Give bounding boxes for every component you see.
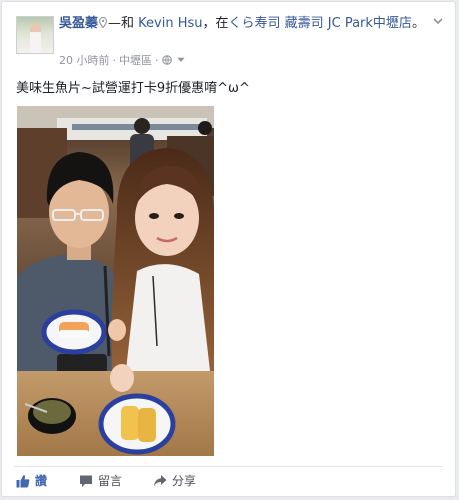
actions-divider bbox=[14, 466, 443, 467]
author-avatar[interactable] bbox=[16, 16, 54, 54]
post-card: 吳盈蓁 —和 Kevin Hsu，在くら寿司 藏壽司 JC Park中壢店。 20… bbox=[1, 1, 456, 497]
thumbs-up-icon bbox=[16, 475, 30, 488]
selfie-photo-image bbox=[17, 106, 214, 456]
comment-icon bbox=[80, 475, 92, 487]
post-photo[interactable] bbox=[17, 106, 214, 456]
chevron-down-icon[interactable] bbox=[432, 15, 444, 27]
post-timestamp[interactable]: 20 小時前 bbox=[59, 54, 110, 67]
share-arrow-icon bbox=[153, 475, 167, 487]
comment-label: 留言 bbox=[98, 474, 123, 488]
post-meta: 20 小時前 · 中壢區 · bbox=[59, 54, 185, 68]
at-prefix: ，在 bbox=[202, 16, 229, 31]
post-header: 吳盈蓁 —和 Kevin Hsu，在くら寿司 藏壽司 JC Park中壢店。 bbox=[59, 15, 429, 33]
with-prefix: —和 bbox=[108, 16, 135, 31]
share-label: 分享 bbox=[172, 474, 197, 488]
author-name[interactable]: 吳盈蓁 bbox=[59, 16, 98, 31]
privacy-dropdown-caret-icon[interactable] bbox=[177, 57, 185, 63]
comment-button[interactable]: 留言 bbox=[79, 473, 122, 489]
like-button[interactable]: 讚 bbox=[16, 473, 47, 489]
place-end: 。 bbox=[411, 16, 425, 31]
location-pin-icon bbox=[99, 17, 107, 28]
globe-icon[interactable] bbox=[161, 55, 172, 65]
share-button[interactable]: 分享 bbox=[153, 473, 196, 489]
place-link[interactable]: くら寿司 藏壽司 JC Park中壢店 bbox=[229, 16, 412, 31]
post-location[interactable]: 中壢區 bbox=[119, 54, 152, 67]
tagged-friend-link[interactable]: Kevin Hsu bbox=[138, 16, 202, 31]
like-label: 讚 bbox=[35, 474, 48, 488]
post-message: 美味生魚片~試營運打卡9折優惠唷^ω^ bbox=[16, 81, 250, 96]
